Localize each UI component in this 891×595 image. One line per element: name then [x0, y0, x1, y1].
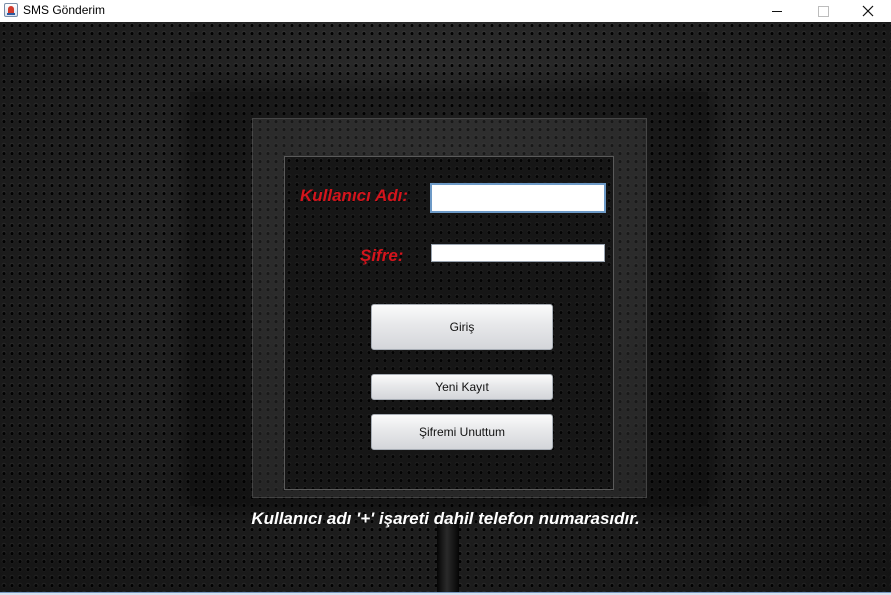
java-cup-icon — [4, 3, 18, 17]
password-label: Şifre: — [360, 246, 404, 265]
username-label: Kullanıcı Adı: — [300, 186, 408, 205]
register-button[interactable]: Yeni Kayıt — [371, 374, 553, 400]
username-field[interactable] — [430, 183, 606, 213]
maximize-icon — [817, 5, 829, 17]
minimize-icon — [772, 10, 782, 12]
password-field[interactable] — [431, 244, 605, 262]
login-window: SMS Gönderim Kullanıcı Adı: Şifre: Giriş… — [0, 0, 891, 595]
background-cable — [437, 520, 459, 592]
forgot-password-button[interactable]: Şifremi Unuttum — [371, 414, 553, 450]
window-title: SMS Gönderim — [23, 3, 106, 17]
close-button[interactable] — [845, 0, 891, 22]
title-bar: SMS Gönderim — [0, 0, 891, 23]
close-icon — [862, 5, 874, 17]
minimize-button[interactable] — [754, 0, 800, 22]
username-hint: Kullanıcı adı '+' işareti dahil telefon … — [251, 509, 640, 528]
maximize-button[interactable] — [800, 0, 846, 22]
login-button[interactable]: Giriş — [371, 304, 553, 350]
